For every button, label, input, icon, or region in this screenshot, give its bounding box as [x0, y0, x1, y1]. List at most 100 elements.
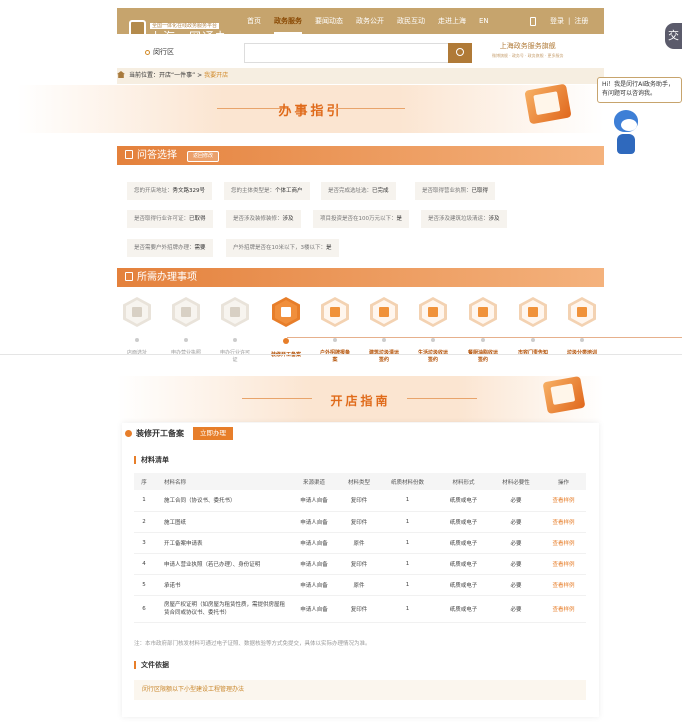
- card-title: 装修开工备案: [136, 429, 184, 438]
- table-row: 5 承诺书 申请人自备 原件 1 纸质或电子 必要 查看样例: [134, 574, 586, 596]
- account-separator: |: [568, 17, 571, 25]
- column-header: 纸质材料份数: [379, 473, 436, 490]
- basis-title: 文件依据: [134, 661, 169, 669]
- notice-icon: [528, 307, 538, 317]
- breadcrumb-current: 我要开店: [204, 72, 229, 79]
- qa-chip: 是否取得行业许可证：已取得: [127, 210, 213, 228]
- recycle-icon: [577, 307, 587, 317]
- table-row: 4 申请人营业执照（若已办理）、身份证明 申请人自备 复印件 1 纸质或电子 必…: [134, 553, 586, 575]
- guide-banner: 办事指引: [17, 83, 604, 133]
- logo-subtitle: 全国一体化在线政务服务平台: [150, 23, 220, 29]
- account-links: 登录 | 注册: [530, 8, 588, 34]
- breadcrumb-prefix: 当前位置：: [129, 72, 160, 79]
- step-item[interactable]: 店面选址: [121, 297, 153, 357]
- view-sample-link[interactable]: 查看样例: [541, 511, 586, 533]
- clipboard-illustration-icon: [542, 375, 586, 415]
- signboard-icon: [330, 307, 340, 317]
- card-header: 装修开工备案 立即办理: [125, 427, 233, 440]
- login-link[interactable]: 登录: [550, 16, 564, 26]
- banner-line-right: [335, 108, 405, 109]
- column-header: 操作: [541, 473, 586, 490]
- ai-assistant-robot-icon[interactable]: [611, 108, 641, 158]
- basis-link[interactable]: 闵行区限额以下小型建设工程管理办法: [134, 680, 586, 700]
- view-sample-link[interactable]: 查看样例: [541, 595, 586, 623]
- nav-item-services[interactable]: 政务服务: [274, 16, 302, 34]
- nav-item-news[interactable]: 要闻动态: [315, 16, 343, 26]
- column-header: 材料必要性: [491, 473, 541, 490]
- item-badge-icon: [125, 430, 132, 437]
- location-label: 闵行区: [153, 48, 174, 56]
- qa-chip: 户外招牌是否在10米以下，3楼以下：是: [226, 239, 339, 257]
- step-label: 建筑垃圾清运签约: [368, 350, 399, 363]
- qa-chip: 您的主体类型是：个体工商户: [224, 182, 310, 200]
- items-section-title: 所需办理事项: [137, 272, 197, 283]
- location-pin-icon: [145, 49, 150, 55]
- banner-title: 办事指引: [278, 104, 343, 119]
- shop-guide-banner: 开店指南: [117, 375, 604, 422]
- qa-chip: 是否取得营业执照：已取得: [415, 182, 496, 200]
- materials-title: 材料清单: [134, 456, 169, 464]
- brand-subtitle: 微博旗舰 · 政务号 · 政务旗舰 · 更多服务: [492, 53, 564, 58]
- ai-assistant-bubble[interactable]: Hi！我是闵行AI政务助手，有问题可以咨询我。: [597, 77, 682, 103]
- table-row: 2 施工图纸 申请人自备 复印件 1 纸质或电子 必要 查看样例: [134, 511, 586, 533]
- column-header: 材料形式: [436, 473, 491, 490]
- apply-now-button[interactable]: 立即办理: [193, 427, 233, 440]
- nav-item-public[interactable]: 政务公开: [356, 16, 384, 26]
- trash-icon: [428, 307, 438, 317]
- qa-section-header: 问答选择 返回修改: [117, 146, 604, 165]
- nav-item-home[interactable]: 首页: [247, 16, 261, 26]
- qa-chip: 是否需要户外招牌办理：需要: [127, 239, 213, 257]
- register-link[interactable]: 注册: [574, 16, 588, 26]
- permit-icon: [230, 307, 240, 317]
- items-section-header: 所需办理事项: [117, 268, 604, 287]
- top-header: 全国一体化在线政务服务平台 上海一网通办 首页 政务服务 要闻动态 政务公开 政…: [117, 8, 604, 44]
- truck-icon: [379, 307, 389, 317]
- side-float-button[interactable]: 交: [665, 23, 682, 49]
- nav-item-shanghai[interactable]: 走进上海: [438, 16, 466, 26]
- clipboard-illustration-icon: [524, 83, 572, 125]
- home-icon: [117, 71, 125, 78]
- table-header-row: 序 材料名称 来源渠道 材料类型 纸质材料份数 材料形式 材料必要性 操作: [134, 473, 586, 490]
- step-progress: 店面选址 申办营业执照 申办行业许可证 装修开工备案 户外招牌报备案 建筑垃圾清…: [117, 293, 682, 371]
- search-input[interactable]: [244, 43, 472, 63]
- search-row: 闵行区 上海政务服务旗舰 微博旗舰 · 政务号 · 政务旗舰 · 更多服务: [117, 34, 604, 67]
- step-item[interactable]: 垃圾分类培训: [566, 297, 598, 357]
- qa-chip: 是否完成选址选：已完成: [321, 182, 396, 200]
- breadcrumb: 当前位置：开店“一件事” > 我要开店: [117, 68, 604, 84]
- nav-item-interaction[interactable]: 政民互动: [397, 16, 425, 26]
- shop-guide-title: 开店指南: [330, 394, 391, 408]
- view-sample-link[interactable]: 查看样例: [541, 532, 586, 554]
- location-selector[interactable]: 闵行区: [145, 47, 174, 57]
- view-sample-link[interactable]: 查看样例: [541, 553, 586, 575]
- qa-chip: 项目投资是否在100万元以下：是: [313, 210, 410, 228]
- qa-chip: 您的开店地址：秀文路329号: [127, 182, 213, 200]
- divider: [0, 354, 682, 355]
- reselect-button[interactable]: 返回修改: [187, 151, 220, 162]
- mobile-icon[interactable]: [530, 16, 536, 26]
- step-label: 生活垃圾收运签约: [417, 350, 448, 363]
- oil-icon: [478, 307, 488, 317]
- view-sample-link[interactable]: 查看样例: [541, 574, 586, 596]
- breadcrumb-separator: >: [197, 72, 203, 79]
- step-label: 餐厨油脂收运签约: [467, 350, 498, 363]
- step-item[interactable]: 市容门责告知: [517, 297, 549, 357]
- table-row: 3 开工备案申请表 申请人自备 原件 1 纸质或电子 必要 查看样例: [134, 532, 586, 554]
- column-header: 材料类型: [339, 473, 379, 490]
- table-row: 6 房屋产权证明（如房屋为租赁性质，需提供房屋租赁合同或协议书、委托书） 申请人…: [134, 595, 586, 623]
- step-label: 户外招牌报备案: [319, 350, 350, 363]
- table-row: 1 施工合同（协议书、委托书） 申请人自备 复印件 1 纸质或电子 必要 查看样…: [134, 490, 586, 512]
- step-item[interactable]: 申办营业执照: [170, 297, 202, 357]
- search-button[interactable]: [448, 43, 472, 63]
- main-nav: 首页 政务服务 要闻动态 政务公开 政民互动 走进上海 EN: [247, 8, 502, 34]
- nav-item-english[interactable]: EN: [479, 17, 489, 25]
- qa-chip: 是否涉及装修装修：涉及: [226, 210, 301, 228]
- brand-badge[interactable]: 上海政务服务旗舰 微博旗舰 · 政务号 · 政务旗舰 · 更多服务: [492, 41, 563, 59]
- column-header: 材料名称: [154, 473, 289, 490]
- brand-title: 上海政务服务旗舰: [499, 42, 556, 50]
- breadcrumb-link[interactable]: 开店“一件事”: [159, 72, 195, 79]
- step-label: 申办行业许可证: [219, 350, 250, 363]
- qa-answers: 您的开店地址：秀文路329号 您的主体类型是：个体工商户 是否完成选址选：已完成…: [117, 171, 604, 264]
- step-item-current[interactable]: 装修开工备案: [270, 297, 302, 359]
- column-header: 序: [134, 473, 154, 490]
- view-sample-link[interactable]: 查看样例: [541, 490, 586, 512]
